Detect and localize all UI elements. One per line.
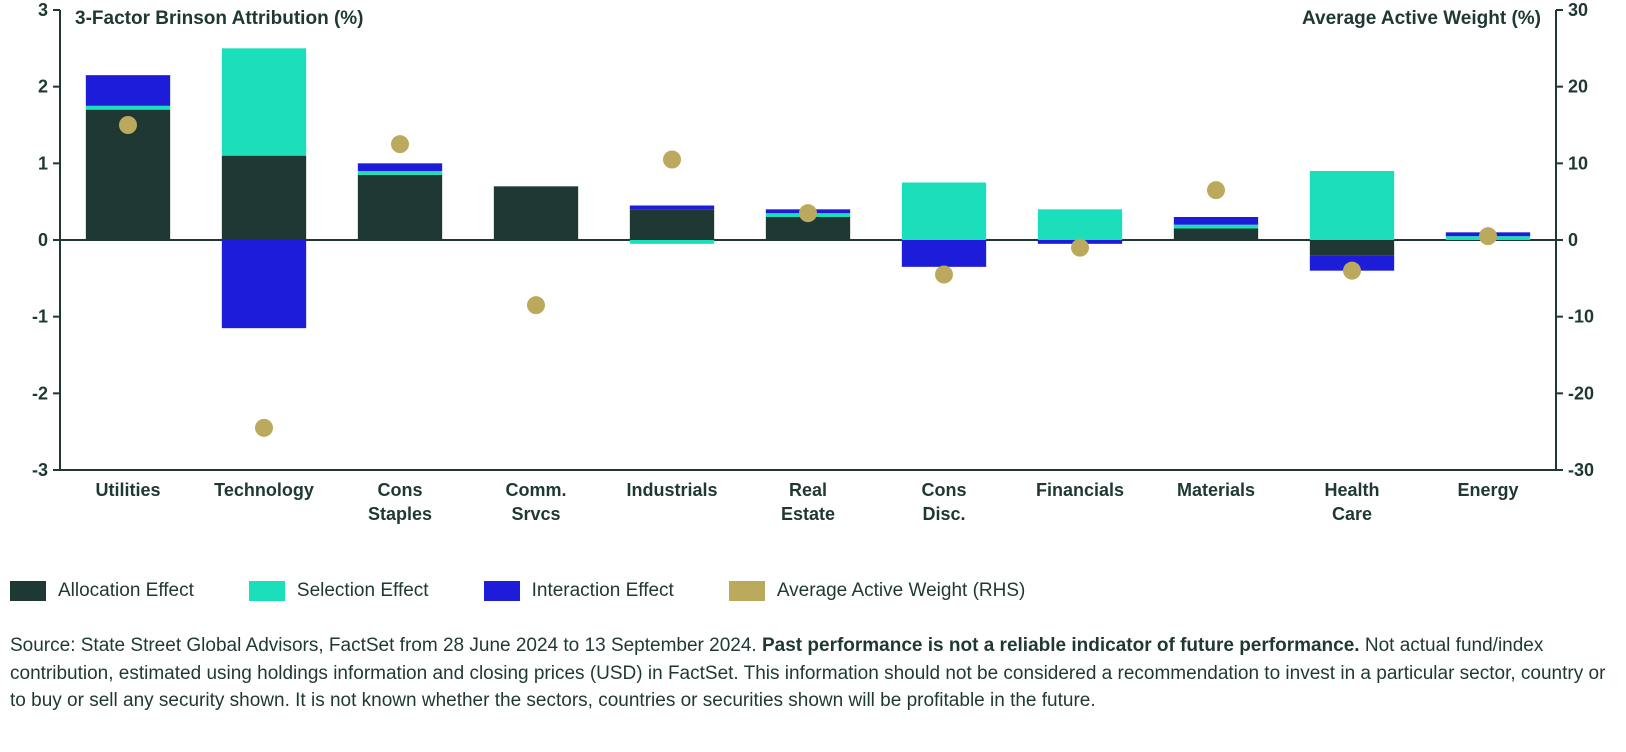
bar-allocation: [630, 209, 714, 240]
category-label: Estate: [781, 504, 835, 524]
bar-allocation: [494, 186, 578, 240]
tick-label-left: 3: [38, 0, 48, 20]
legend-label: Average Active Weight (RHS): [777, 580, 1026, 602]
category-label: Technology: [214, 480, 314, 500]
axis-title-right: Average Active Weight (%): [1302, 8, 1541, 29]
tick-label-left: -2: [32, 383, 48, 403]
tick-label-right: 20: [1568, 77, 1588, 97]
category-label: Materials: [1177, 480, 1255, 500]
point-active-weight: [1479, 227, 1497, 245]
bar-interaction: [630, 206, 714, 210]
tick-label-left: 1: [38, 153, 48, 173]
legend-item: Selection Effect: [249, 580, 429, 602]
bar-interaction: [1174, 217, 1258, 225]
point-active-weight: [935, 266, 953, 284]
point-active-weight: [119, 116, 137, 134]
bar-interaction: [902, 240, 986, 267]
legend: Allocation Effect Selection Effect Interac…: [10, 580, 1025, 602]
tick-label-left: -3: [32, 460, 48, 480]
tick-label-left: 2: [38, 77, 48, 97]
bar-allocation: [1174, 229, 1258, 241]
tick-label-right: -10: [1568, 307, 1594, 327]
category-label: Srvcs: [511, 504, 560, 524]
brinson-chart: -3-2-10123-30-20-1001020303-Factor Brins…: [0, 0, 1626, 560]
legend-swatch: [249, 581, 285, 601]
bar-interaction: [86, 75, 170, 106]
tick-label-right: -30: [1568, 460, 1594, 480]
category-label: Disc.: [922, 504, 965, 524]
category-label: Energy: [1457, 480, 1518, 500]
footnote-bold: Past performance is not a reliable indic…: [762, 635, 1360, 656]
tick-label-left: 0: [38, 230, 48, 250]
category-label: Industrials: [626, 480, 717, 500]
category-label: Financials: [1036, 480, 1124, 500]
bar-interaction: [222, 240, 306, 328]
legend-item: Interaction Effect: [484, 580, 674, 602]
bar-interaction: [358, 163, 442, 171]
bar-selection: [358, 171, 442, 175]
legend-label: Selection Effect: [297, 580, 429, 602]
tick-label-right: -20: [1568, 383, 1594, 403]
tick-label-right: 10: [1568, 153, 1588, 173]
point-active-weight: [1071, 239, 1089, 257]
category-label: Real: [789, 480, 827, 500]
category-label: Health: [1324, 480, 1379, 500]
legend-swatch: [484, 581, 520, 601]
legend-swatch: [10, 581, 46, 601]
bar-selection: [222, 48, 306, 155]
point-active-weight: [1207, 181, 1225, 199]
point-active-weight: [527, 296, 545, 314]
tick-label-left: -1: [32, 307, 48, 327]
bar-allocation: [222, 156, 306, 240]
legend-label: Interaction Effect: [532, 580, 674, 602]
footnote-prefix: Source: State Street Global Advisors, Fa…: [10, 635, 762, 656]
bar-selection: [1310, 171, 1394, 240]
bar-selection: [86, 106, 170, 110]
category-label: Staples: [368, 504, 432, 524]
bar-selection: [1038, 209, 1122, 240]
tick-label-right: 30: [1568, 0, 1588, 20]
category-label: Utilities: [95, 480, 160, 500]
point-active-weight: [255, 419, 273, 437]
point-active-weight: [663, 151, 681, 169]
legend-item: Allocation Effect: [10, 580, 194, 602]
category-label: Comm.: [505, 480, 566, 500]
legend-swatch: [729, 581, 765, 601]
point-active-weight: [1343, 262, 1361, 280]
tick-label-right: 0: [1568, 230, 1578, 250]
category-label: Cons: [378, 480, 423, 500]
bar-selection: [1174, 225, 1258, 229]
category-label: Care: [1332, 504, 1372, 524]
bar-selection: [630, 240, 714, 244]
legend-item: Average Active Weight (RHS): [729, 580, 1026, 602]
category-label: Cons: [922, 480, 967, 500]
point-active-weight: [799, 204, 817, 222]
bar-selection: [902, 183, 986, 241]
legend-label: Allocation Effect: [58, 580, 194, 602]
axis-title-left: 3-Factor Brinson Attribution (%): [75, 8, 364, 29]
footnote: Source: State Street Global Advisors, Fa…: [10, 632, 1606, 715]
bar-allocation: [358, 175, 442, 240]
point-active-weight: [391, 135, 409, 153]
chart-page: -3-2-10123-30-20-1001020303-Factor Brins…: [0, 0, 1626, 752]
bar-allocation: [1310, 240, 1394, 255]
